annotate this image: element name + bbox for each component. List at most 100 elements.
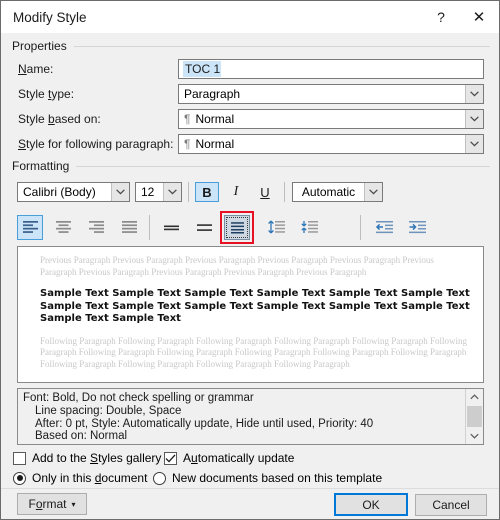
increase-indent-button[interactable] <box>404 215 430 240</box>
preview-following-paragraph: Following Paragraph Following Paragraph … <box>40 335 467 369</box>
style-type-value: Paragraph <box>184 87 241 101</box>
radio-dot <box>16 475 23 481</box>
font-color-value: Automatic <box>301 185 356 199</box>
group-divider <box>73 45 490 47</box>
align-left-button[interactable] <box>17 215 43 240</box>
space-before-button[interactable] <box>263 215 289 240</box>
style-based-on-select[interactable]: ¶ Normal <box>178 109 484 129</box>
space-after-icon <box>300 221 318 233</box>
modify-style-dialog: Modify Style ? ✕ Properties Name: TOC 1 … <box>0 0 500 520</box>
formatting-group-text: Formatting <box>12 159 70 173</box>
focus-ring <box>226 217 248 238</box>
radio-button[interactable] <box>13 471 26 485</box>
line-spacing-1-5-icon <box>196 224 212 231</box>
bold-label: B <box>202 184 212 200</box>
style-based-on-label: Style based on: <box>18 112 101 126</box>
font-family-select[interactable]: Calibri (Body) <box>17 182 130 202</box>
check-icon <box>165 453 176 463</box>
pilcrow-icon: ¶ <box>184 137 191 151</box>
description-scrollbar[interactable] <box>465 389 483 444</box>
description-line-1: Font: Bold, Do not check spelling or gra… <box>23 392 254 404</box>
decrease-indent-button[interactable] <box>371 215 397 240</box>
toolbar-separator <box>149 215 150 240</box>
italic-label: I <box>233 184 239 199</box>
formatting-group-label: Formatting <box>12 159 490 173</box>
close-icon[interactable]: ✕ <box>459 2 499 33</box>
space-after-button[interactable] <box>296 215 322 240</box>
footer-divider <box>1 488 499 489</box>
decrease-indent-icon <box>375 221 393 234</box>
style-following-select[interactable]: ¶ Normal <box>178 134 484 154</box>
align-center-icon <box>55 221 71 233</box>
style-preview: Previous Paragraph Previous Paragraph Pr… <box>17 246 484 383</box>
align-justify-button[interactable] <box>116 215 142 240</box>
toolbar-separator <box>360 215 361 240</box>
preview-sample-text: Sample Text Sample Text Sample Text Samp… <box>40 288 470 324</box>
underline-button[interactable]: U <box>253 182 277 202</box>
automatically-update-label: Automatically update <box>183 451 295 465</box>
only-this-document-radio[interactable]: Only in this document <box>13 471 147 485</box>
ok-label: OK <box>362 497 380 512</box>
automatically-update-checkbox[interactable]: Automatically update <box>164 451 294 465</box>
font-family-value: Calibri (Body) <box>23 185 96 199</box>
pilcrow-icon: ¶ <box>184 112 191 126</box>
toolbar-separator <box>284 182 285 202</box>
chevron-down-icon[interactable] <box>163 183 181 201</box>
font-size-value: 12 <box>141 185 155 199</box>
italic-button[interactable]: I <box>224 182 248 202</box>
toolbar-separator <box>188 182 189 202</box>
title-bar: Modify Style ? ✕ <box>1 1 499 33</box>
help-button[interactable]: ? <box>423 2 459 33</box>
style-type-label: Style type: <box>18 87 75 101</box>
style-following-label: Style for following paragraph: <box>18 137 174 151</box>
only-this-document-label: Only in this document <box>32 471 148 485</box>
line-spacing-single-button[interactable] <box>158 215 184 240</box>
new-documents-radio[interactable]: New documents based on this template <box>153 471 382 485</box>
chevron-down-icon[interactable] <box>465 110 483 128</box>
scroll-up-icon[interactable] <box>466 389 483 405</box>
align-justify-icon <box>121 221 137 233</box>
checkbox-box[interactable] <box>13 451 26 465</box>
dialog-title: Modify Style <box>13 9 87 25</box>
description-line-2: Line spacing: Double, Space <box>35 404 182 417</box>
underline-label: U <box>260 184 270 200</box>
checkbox-box[interactable] <box>164 451 177 465</box>
bold-button[interactable]: B <box>195 182 219 202</box>
style-based-on-value: Normal <box>195 112 235 126</box>
font-color-select[interactable]: Automatic <box>292 182 383 202</box>
line-spacing-double-button[interactable] <box>224 215 250 240</box>
properties-group-label: Properties <box>12 39 490 53</box>
group-divider <box>76 165 490 167</box>
properties-group-text: Properties <box>12 39 67 53</box>
align-center-button[interactable] <box>50 215 76 240</box>
radio-button[interactable] <box>153 471 166 485</box>
scroll-down-icon[interactable] <box>466 428 483 444</box>
ok-button[interactable]: OK <box>334 493 408 516</box>
description-text: Font: Bold, Do not check spelling or gra… <box>18 389 465 444</box>
format-label: Format <box>28 497 67 511</box>
style-type-select[interactable]: Paragraph <box>178 84 484 104</box>
align-left-icon <box>22 221 38 233</box>
space-before-icon <box>267 220 285 234</box>
format-button[interactable]: Format ▾ <box>17 493 87 515</box>
line-spacing-single-icon <box>163 225 179 231</box>
chevron-down-icon[interactable] <box>465 135 483 153</box>
line-spacing-1-5-button[interactable] <box>191 215 217 240</box>
increase-indent-icon <box>408 221 426 234</box>
align-right-icon <box>88 221 104 233</box>
style-following-value: Normal <box>195 137 235 151</box>
new-documents-label: New documents based on this template <box>172 471 383 485</box>
cancel-button[interactable]: Cancel <box>415 494 487 516</box>
font-size-select[interactable]: 12 <box>135 182 182 202</box>
chevron-down-icon[interactable] <box>364 183 382 201</box>
name-input-value: TOC 1 <box>183 61 222 77</box>
chevron-down-icon[interactable] <box>465 85 483 103</box>
cancel-label: Cancel <box>432 498 470 512</box>
preview-previous-paragraph: Previous Paragraph Previous Paragraph Pr… <box>40 255 434 277</box>
style-description: Font: Bold, Do not check spelling or gra… <box>17 388 484 445</box>
name-input[interactable]: TOC 1 <box>178 59 484 79</box>
scrollbar-thumb[interactable] <box>467 405 482 428</box>
chevron-down-icon[interactable] <box>111 183 129 201</box>
align-right-button[interactable] <box>83 215 109 240</box>
add-to-styles-gallery-checkbox[interactable]: Add to the Styles gallery <box>13 451 161 465</box>
